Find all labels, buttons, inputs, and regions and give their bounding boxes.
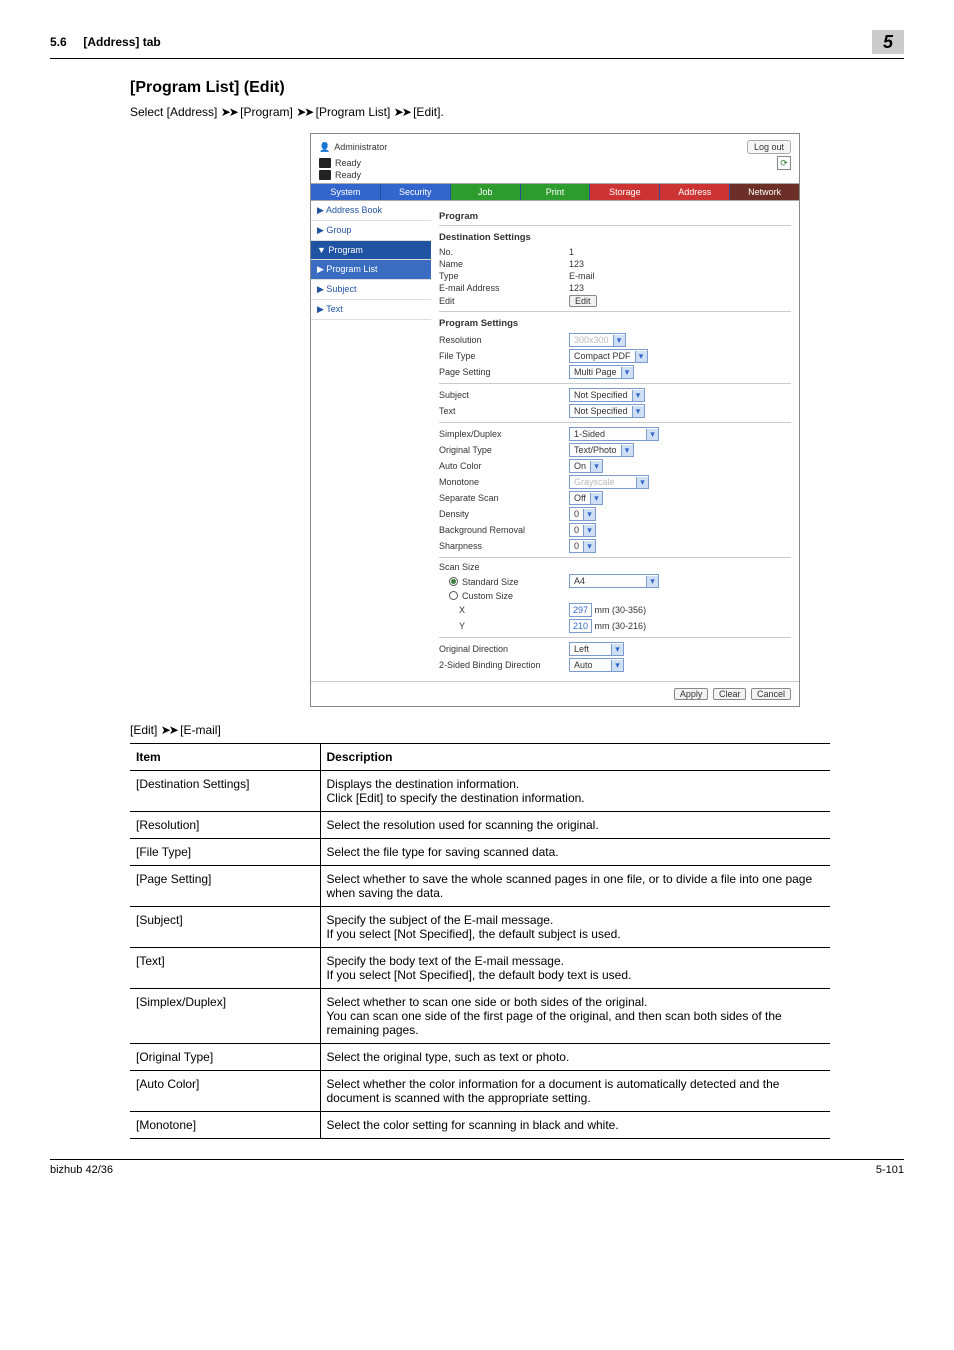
- monotone-select[interactable]: Grayscale▾: [569, 475, 649, 489]
- chevron-down-icon: ▾: [636, 477, 648, 488]
- tab-system[interactable]: System: [311, 184, 381, 200]
- standardsize-select[interactable]: A4▾: [569, 574, 659, 588]
- sepscan-select[interactable]: Off▾: [569, 491, 603, 505]
- sharpness-select[interactable]: 0▾: [569, 539, 596, 553]
- chevron-down-icon: ▾: [613, 335, 625, 346]
- section-number: 5.6: [50, 35, 67, 49]
- x-input[interactable]: 297: [569, 603, 592, 617]
- text-select[interactable]: Not Specified▾: [569, 404, 645, 418]
- logout-button[interactable]: Log out: [747, 140, 791, 154]
- breadcrumb: Select [Address] ➤➤ [Program] ➤➤ [Progra…: [130, 105, 904, 119]
- resolution-select[interactable]: 300x300▾: [569, 333, 626, 347]
- admin-icon: 👤: [319, 142, 330, 153]
- ready-status-2: Ready: [335, 170, 361, 180]
- tab-job[interactable]: Job: [451, 184, 521, 200]
- chevron-down-icon: ▾: [635, 351, 647, 362]
- table-row: [Text]Specify the body text of the E-mai…: [130, 948, 830, 989]
- y-input[interactable]: 210: [569, 619, 592, 633]
- chevron-down-icon: ▾: [621, 445, 633, 456]
- table-row: [Auto Color]Select whether the color inf…: [130, 1071, 830, 1112]
- cancel-button[interactable]: Cancel: [751, 688, 791, 700]
- subject-select[interactable]: Not Specified▾: [569, 388, 645, 402]
- footer-page: 5-101: [876, 1164, 904, 1176]
- chevron-down-icon: ▾: [611, 644, 623, 655]
- table-row: [Resolution]Select the resolution used f…: [130, 812, 830, 839]
- printer-icon: [319, 170, 331, 180]
- apply-button[interactable]: Apply: [674, 688, 709, 700]
- sidebar-subject[interactable]: ▶ Subject: [311, 280, 431, 300]
- table-header-item: Item: [130, 744, 320, 771]
- chapter-number: 5: [872, 30, 904, 54]
- footer-model: bizhub 42/36: [50, 1164, 113, 1176]
- chevron-down-icon: ▾: [611, 660, 623, 671]
- sidebar-program[interactable]: ▼ Program: [311, 241, 431, 260]
- bgremove-select[interactable]: 0▾: [569, 523, 596, 537]
- filetype-select[interactable]: Compact PDF▾: [569, 349, 648, 363]
- pagesetting-select[interactable]: Multi Page▾: [569, 365, 634, 379]
- simplex-select[interactable]: 1-Sided▾: [569, 427, 659, 441]
- printer-icon: [319, 158, 331, 168]
- subcaption: [Edit] ➤➤ [E-mail]: [130, 723, 904, 737]
- originaltype-select[interactable]: Text/Photo▾: [569, 443, 634, 457]
- chevron-down-icon: ▾: [646, 429, 658, 440]
- standard-size-radio[interactable]: [449, 577, 458, 586]
- chevron-down-icon: ▾: [632, 390, 644, 401]
- dest-settings-heading: Destination Settings: [439, 232, 791, 243]
- chevron-down-icon: ▾: [646, 576, 658, 587]
- table-row: [File Type]Select the file type for savi…: [130, 839, 830, 866]
- sidebar-addressbook[interactable]: ▶ Address Book: [311, 201, 431, 221]
- tab-print[interactable]: Print: [521, 184, 591, 200]
- section-title: [Address] tab: [83, 35, 160, 49]
- sidebar-group[interactable]: ▶ Group: [311, 221, 431, 241]
- clear-button[interactable]: Clear: [713, 688, 747, 700]
- edit-button[interactable]: Edit: [569, 295, 597, 307]
- page-title: [Program List] (Edit): [130, 79, 904, 97]
- table-header-desc: Description: [320, 744, 830, 771]
- program-heading: Program: [439, 211, 791, 222]
- refresh-icon[interactable]: ⟳: [777, 156, 791, 170]
- chevron-down-icon: ▾: [621, 367, 633, 378]
- chevron-down-icon: ▾: [583, 525, 595, 536]
- tab-storage[interactable]: Storage: [590, 184, 660, 200]
- chevron-down-icon: ▾: [590, 493, 602, 504]
- table-row: [Original Type]Select the original type,…: [130, 1044, 830, 1071]
- screenshot: 👤 Administrator Log out Ready ⟳ Ready Sy…: [310, 133, 800, 707]
- table-row: [Destination Settings]Displays the desti…: [130, 771, 830, 812]
- description-table: Item Description [Destination Settings]D…: [130, 743, 830, 1139]
- table-row: [Simplex/Duplex]Select whether to scan o…: [130, 989, 830, 1044]
- binddir-select[interactable]: Auto▾: [569, 658, 624, 672]
- table-row: [Page Setting]Select whether to save the…: [130, 866, 830, 907]
- chevron-down-icon: ▾: [590, 461, 602, 472]
- sidebar-text[interactable]: ▶ Text: [311, 300, 431, 320]
- program-settings-heading: Program Settings: [439, 318, 791, 329]
- chevron-down-icon: ▾: [583, 541, 595, 552]
- chevron-down-icon: ▾: [632, 406, 644, 417]
- autocolor-select[interactable]: On▾: [569, 459, 603, 473]
- tab-network[interactable]: Network: [730, 184, 799, 200]
- ready-status-1: Ready: [335, 158, 361, 168]
- tab-security[interactable]: Security: [381, 184, 451, 200]
- origdir-select[interactable]: Left▾: [569, 642, 624, 656]
- table-row: [Monotone]Select the color setting for s…: [130, 1112, 830, 1139]
- table-row: [Subject]Specify the subject of the E-ma…: [130, 907, 830, 948]
- chevron-down-icon: ▾: [583, 509, 595, 520]
- tab-address[interactable]: Address: [660, 184, 730, 200]
- sidebar-program-list[interactable]: ▶ Program List: [311, 260, 431, 280]
- admin-label: Administrator: [334, 142, 387, 152]
- density-select[interactable]: 0▾: [569, 507, 596, 521]
- custom-size-radio[interactable]: [449, 591, 458, 600]
